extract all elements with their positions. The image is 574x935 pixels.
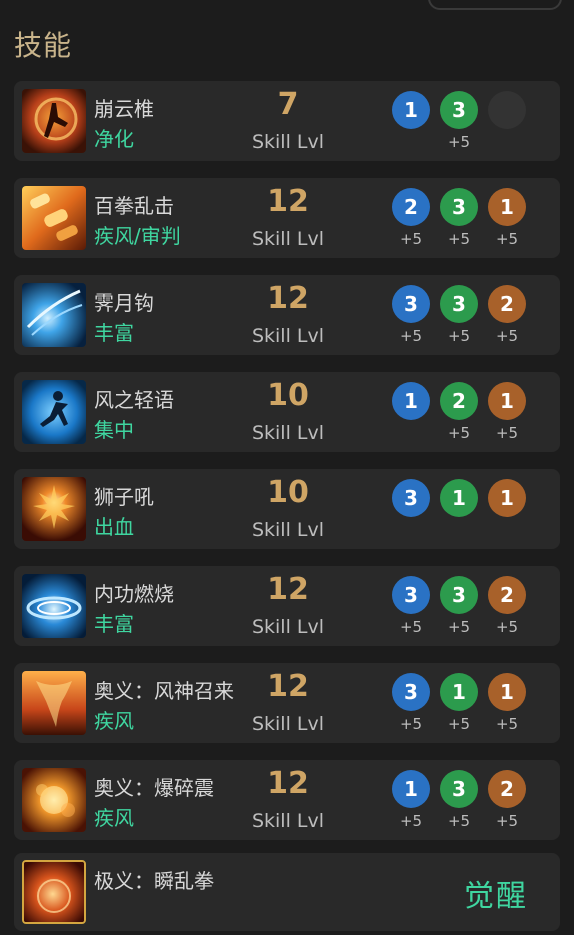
skill-level-label: Skill Lvl — [251, 131, 325, 153]
rune-bonus: +5 — [447, 618, 471, 636]
skill-row[interactable]: 奥义：风神召来 疾风 12 Skill Lvl 3 1 1 +5 +5 +5 — [14, 663, 560, 743]
section-title: 技能 — [14, 29, 73, 62]
skill-row[interactable]: 风之轻语 集中 10 Skill Lvl 1 2 1 +5 +5 — [14, 372, 560, 452]
rune-green[interactable]: 3 — [440, 576, 478, 614]
skill-level: 12 — [267, 766, 309, 801]
rune-bonus: +5 — [447, 327, 471, 345]
rune-blue[interactable]: 1 — [392, 770, 430, 808]
rune-brown[interactable]: 2 — [488, 770, 526, 808]
rune-bonus: +5 — [399, 715, 423, 733]
skill-tornado-icon — [22, 671, 86, 735]
rune-blue[interactable]: 3 — [392, 285, 430, 323]
skill-level: 12 — [267, 572, 309, 607]
rune-bonus: +5 — [399, 327, 423, 345]
rune-brown[interactable]: 1 — [488, 382, 526, 420]
rune-green[interactable]: 1 — [440, 479, 478, 517]
skill-row[interactable]: 百拳乱击 疾风/审判 12 Skill Lvl 2 3 1 +5 +5 +5 — [14, 178, 560, 258]
skills-page: 技能 崩云椎 净化 7 Skill Lvl 1 3 +5 百拳乱击 疾风/审判 … — [0, 0, 574, 935]
skill-row[interactable]: 内功燃烧 丰富 12 Skill Lvl 3 3 2 +5 +5 +5 — [14, 566, 560, 646]
skill-level: 12 — [267, 669, 309, 704]
rune-slot-empty[interactable] — [488, 91, 526, 129]
rune-bonus: +5 — [447, 715, 471, 733]
rune-bonus: +5 — [447, 812, 471, 830]
rune-brown[interactable]: 2 — [488, 576, 526, 614]
skill-level: 12 — [267, 281, 309, 316]
skill-name: 霁月钩 — [94, 291, 154, 315]
rune-blue[interactable]: 3 — [392, 673, 430, 711]
skill-level-label: Skill Lvl — [251, 810, 325, 832]
rune-bonus: +5 — [399, 230, 423, 248]
skill-fist-icon — [22, 186, 86, 250]
rune-brown[interactable]: 1 — [488, 188, 526, 226]
skill-tag: 疾风 — [94, 709, 134, 733]
rune-bonus: +5 — [495, 230, 519, 248]
rune-blue[interactable]: 3 — [392, 479, 430, 517]
skill-tag: 丰富 — [94, 321, 134, 345]
ultimate-fist-icon — [22, 860, 86, 924]
rune-bonus: +5 — [495, 327, 519, 345]
skill-level: 12 — [267, 184, 309, 219]
skill-tag: 疾风 — [94, 806, 134, 830]
skill-name: 内功燃烧 — [94, 582, 174, 606]
skill-row[interactable]: 奥义：爆碎震 疾风 12 Skill Lvl 1 3 2 +5 +5 +5 — [14, 760, 560, 840]
rune-green[interactable]: 1 — [440, 673, 478, 711]
top-tab-pill[interactable] — [428, 0, 562, 10]
rune-blue[interactable]: 3 — [392, 576, 430, 614]
rune-bonus: +5 — [447, 424, 471, 442]
rune-green[interactable]: 3 — [440, 285, 478, 323]
skill-row[interactable]: 崩云椎 净化 7 Skill Lvl 1 3 +5 — [14, 81, 560, 161]
skill-level-label: Skill Lvl — [251, 228, 325, 250]
skill-level: 7 — [277, 87, 299, 122]
skill-level-label: Skill Lvl — [251, 713, 325, 735]
ultimate-skill-row[interactable]: 极义：瞬乱拳 觉醒 — [14, 853, 560, 931]
skill-hook-icon — [22, 283, 86, 347]
skill-row[interactable]: 狮子吼 出血 10 Skill Lvl 3 1 1 — [14, 469, 560, 549]
skill-tag: 出血 — [94, 515, 134, 539]
skill-explosion-icon — [22, 768, 86, 832]
skill-name: 狮子吼 — [94, 485, 154, 509]
skill-wind-runner-icon — [22, 380, 86, 444]
skill-level-label: Skill Lvl — [251, 519, 325, 541]
skill-level-label: Skill Lvl — [251, 422, 325, 444]
rune-green[interactable]: 3 — [440, 770, 478, 808]
rune-green[interactable]: 2 — [440, 382, 478, 420]
rune-blue[interactable]: 1 — [392, 382, 430, 420]
rune-bonus: +5 — [447, 133, 471, 151]
rune-bonus: +5 — [495, 618, 519, 636]
rune-green[interactable]: 3 — [440, 188, 478, 226]
rune-bonus: +5 — [495, 812, 519, 830]
skill-roar-icon — [22, 477, 86, 541]
skill-tag: 净化 — [94, 127, 134, 151]
skill-name: 奥义：风神召来 — [94, 679, 234, 703]
skill-name: 崩云椎 — [94, 97, 154, 121]
skill-tag: 疾风/审判 — [94, 224, 181, 248]
awaken-button[interactable]: 觉醒 — [464, 871, 528, 915]
skill-name: 百拳乱击 — [94, 194, 174, 218]
rune-bonus: +5 — [495, 715, 519, 733]
skill-tag: 丰富 — [94, 612, 134, 636]
skill-level-label: Skill Lvl — [251, 325, 325, 347]
rune-green[interactable]: 3 — [440, 91, 478, 129]
ultimate-skill-name: 极义：瞬乱拳 — [94, 869, 214, 893]
rune-bonus: +5 — [447, 230, 471, 248]
skill-row[interactable]: 霁月钩 丰富 12 Skill Lvl 3 3 2 +5 +5 +5 — [14, 275, 560, 355]
rune-bonus: +5 — [399, 618, 423, 636]
skill-name: 风之轻语 — [94, 388, 174, 412]
rune-bonus: +5 — [495, 424, 519, 442]
skill-vortex-icon — [22, 574, 86, 638]
rune-brown[interactable]: 1 — [488, 479, 526, 517]
rune-brown[interactable]: 1 — [488, 673, 526, 711]
rune-blue[interactable]: 1 — [392, 91, 430, 129]
skill-tag: 集中 — [94, 418, 134, 442]
skill-level: 10 — [267, 378, 309, 413]
skill-level: 10 — [267, 475, 309, 510]
rune-brown[interactable]: 2 — [488, 285, 526, 323]
skill-kick-icon — [22, 89, 86, 153]
rune-blue[interactable]: 2 — [392, 188, 430, 226]
skill-name: 奥义：爆碎震 — [94, 776, 214, 800]
skill-level-label: Skill Lvl — [251, 616, 325, 638]
rune-bonus: +5 — [399, 812, 423, 830]
